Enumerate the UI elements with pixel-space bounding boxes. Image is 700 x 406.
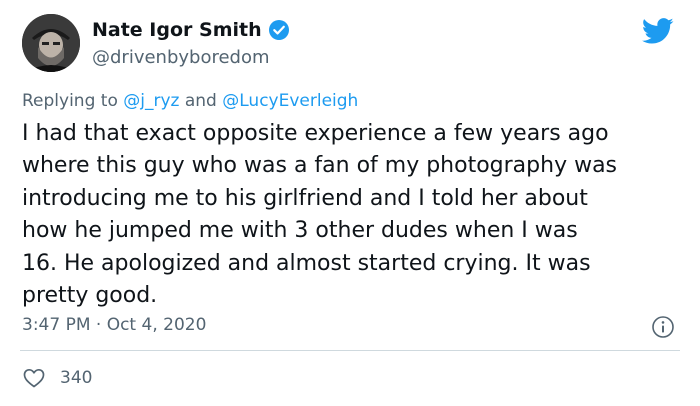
verified-badge-icon <box>268 20 289 40</box>
like-button[interactable]: 340 <box>22 366 92 390</box>
info-icon[interactable] <box>651 315 675 339</box>
mention-link[interactable]: @j_ryz <box>123 91 179 111</box>
mention-link[interactable]: @LucyEverleigh <box>222 91 358 111</box>
tweet-timestamp[interactable]: 3:47 PM · Oct 4, 2020 <box>22 315 206 335</box>
divider <box>20 350 680 351</box>
author-display-name[interactable]: Nate Igor Smith <box>92 19 262 41</box>
like-count: 340 <box>60 368 93 388</box>
author-handle[interactable]: @drivenbyboredom <box>92 47 270 68</box>
twitter-bird-icon[interactable] <box>640 15 676 47</box>
avatar[interactable] <box>22 14 80 72</box>
tweet-text: I had that exact opposite experience a f… <box>22 121 618 309</box>
replying-to: Replying to @j_ryz and @LucyEverleigh <box>22 91 358 111</box>
replying-to-prefix: Replying to <box>22 91 124 111</box>
replying-to-conjunction: and <box>179 91 223 111</box>
author-name-row[interactable]: Nate Igor Smith <box>92 19 290 41</box>
heart-icon[interactable] <box>22 366 46 390</box>
